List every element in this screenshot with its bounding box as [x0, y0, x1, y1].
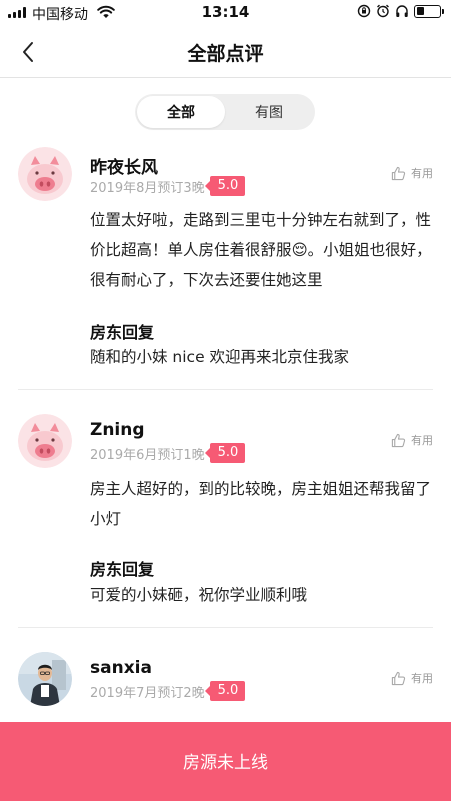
listing-offline-button[interactable]: 房源未上线 — [0, 722, 451, 801]
reviewer-name: sanxia — [90, 658, 152, 678]
status-bar: 中国移动 13:14 — [0, 0, 451, 26]
tab-all[interactable]: 全部 — [137, 96, 225, 128]
reviewer-name: Zning — [90, 420, 145, 440]
review-filter-tabs: 全部 有图 — [135, 94, 315, 130]
thumbs-up-icon — [391, 166, 406, 180]
reviewer-avatar[interactable] — [18, 414, 72, 468]
status-icons — [357, 4, 444, 18]
review-text: 房主人超好的，到的比较晚，房主姐姐还帮我留了小灯 — [90, 480, 432, 528]
alarm-icon — [377, 4, 389, 18]
rating-badge: 5.0 — [204, 681, 246, 701]
host-reply-text: 随和的小妹 nice 欢迎再来北京住我家 — [90, 348, 350, 366]
review-divider — [18, 627, 433, 628]
pink-pig-avatar-icon — [18, 414, 72, 468]
thumbs-up-icon — [391, 671, 406, 685]
useful-label: 有用 — [411, 672, 433, 685]
rating-badge: 5.0 — [204, 443, 246, 463]
review-meta: 2019年7月预订2晚 5.0 — [90, 681, 246, 701]
review-date: 2019年8月预订3晚 — [90, 180, 205, 196]
headphones-icon — [396, 5, 408, 17]
host-reply-text: 可爱的小妹砸，祝你学业顺利哦 — [90, 586, 308, 604]
reviewer-avatar[interactable] — [18, 652, 72, 706]
tab-with-photos[interactable]: 有图 — [225, 96, 313, 128]
host-reply-label: 房东回复 — [90, 560, 155, 579]
battery-icon — [414, 4, 444, 18]
review-meta: 2019年6月预订1晚 5.0 — [90, 443, 246, 463]
review-text: 位置太好啦，走路到三里屯十分钟左右就到了，性价比超高！单人房住着很舒服😌。小姐姐… — [90, 211, 432, 289]
useful-label: 有用 — [411, 434, 433, 447]
pink-pig-avatar-icon — [18, 147, 72, 201]
review-divider — [18, 389, 433, 390]
navigation-bar: 全部点评 — [0, 26, 451, 78]
review-meta: 2019年8月预订3晚 5.0 — [90, 176, 246, 196]
review-date: 2019年6月预订1晚 — [90, 447, 205, 463]
reviewer-avatar[interactable] — [18, 147, 72, 201]
reviews-page: 中国移动 13:14 全部点评 全部 有图 昨夜长风 2019年8月预订3晚 5… — [0, 0, 451, 801]
page-title: 全部点评 — [187, 43, 264, 65]
useful-button[interactable]: 有用 — [391, 670, 433, 686]
rotation-lock-icon — [357, 4, 371, 18]
listing-offline-label: 房源未上线 — [183, 752, 268, 773]
rating-badge: 5.0 — [204, 176, 246, 196]
useful-label: 有用 — [411, 167, 433, 180]
thumbs-up-icon — [391, 433, 406, 447]
user-photo-avatar-icon — [18, 652, 72, 706]
useful-button[interactable]: 有用 — [391, 432, 433, 448]
reviewer-name: 昨夜长风 — [90, 158, 158, 178]
useful-button[interactable]: 有用 — [391, 165, 433, 181]
host-reply-label: 房东回复 — [90, 323, 155, 342]
review-date: 2019年7月预订2晚 — [90, 685, 205, 701]
